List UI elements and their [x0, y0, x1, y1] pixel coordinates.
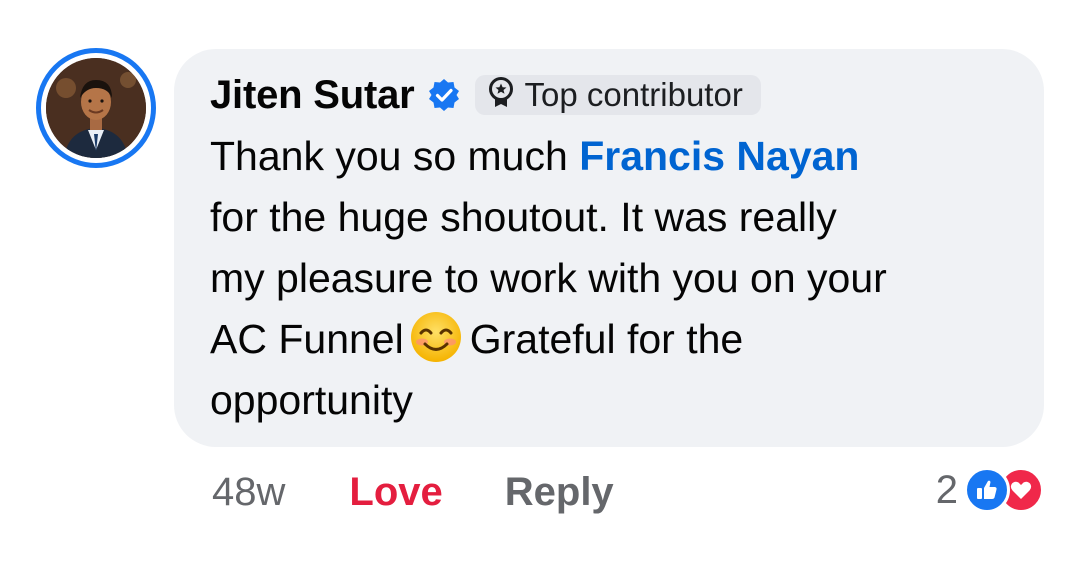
award-ribbon-icon [487, 76, 515, 114]
like-icon [964, 467, 1010, 513]
comment-line: for the huge shoutout. It was really [210, 194, 837, 240]
avatar-photo [46, 58, 146, 158]
badge-label: Top contributor [524, 76, 743, 113]
love-button[interactable]: Love [349, 470, 442, 515]
smiling-face-emoji-icon [408, 309, 464, 365]
comment-line: opportunity [210, 377, 413, 423]
comment-line: AC Funnel Grateful for the [210, 309, 1010, 370]
comment-line-text: AC Funnel [210, 316, 404, 362]
comment-header: Jiten Sutar Top contributor [210, 70, 761, 120]
top-contributor-badge[interactable]: Top contributor [474, 75, 761, 115]
comment-line-text: Thank you so much [210, 133, 580, 179]
comment-line-text: Grateful for the [469, 316, 744, 362]
comment-container: Jiten Sutar Top contributor Thank you so… [0, 0, 1080, 564]
comment-line: Thank you so much Francis Nayan [210, 126, 1010, 187]
reply-button[interactable]: Reply [505, 470, 614, 515]
reaction-summary[interactable]: 2 [936, 462, 1044, 518]
timestamp[interactable]: 48w [212, 470, 285, 515]
comment-actions: 48w Love Reply [212, 464, 614, 520]
verified-badge-icon [427, 78, 461, 112]
comment-text: Thank you so much Francis Nayan for the … [210, 126, 1010, 431]
author-name[interactable]: Jiten Sutar [210, 73, 415, 118]
avatar[interactable] [36, 48, 156, 168]
comment-line: my pleasure to work with you on your [210, 255, 887, 301]
mention-link[interactable]: Francis Nayan [579, 133, 859, 179]
reaction-count: 2 [935, 467, 958, 512]
